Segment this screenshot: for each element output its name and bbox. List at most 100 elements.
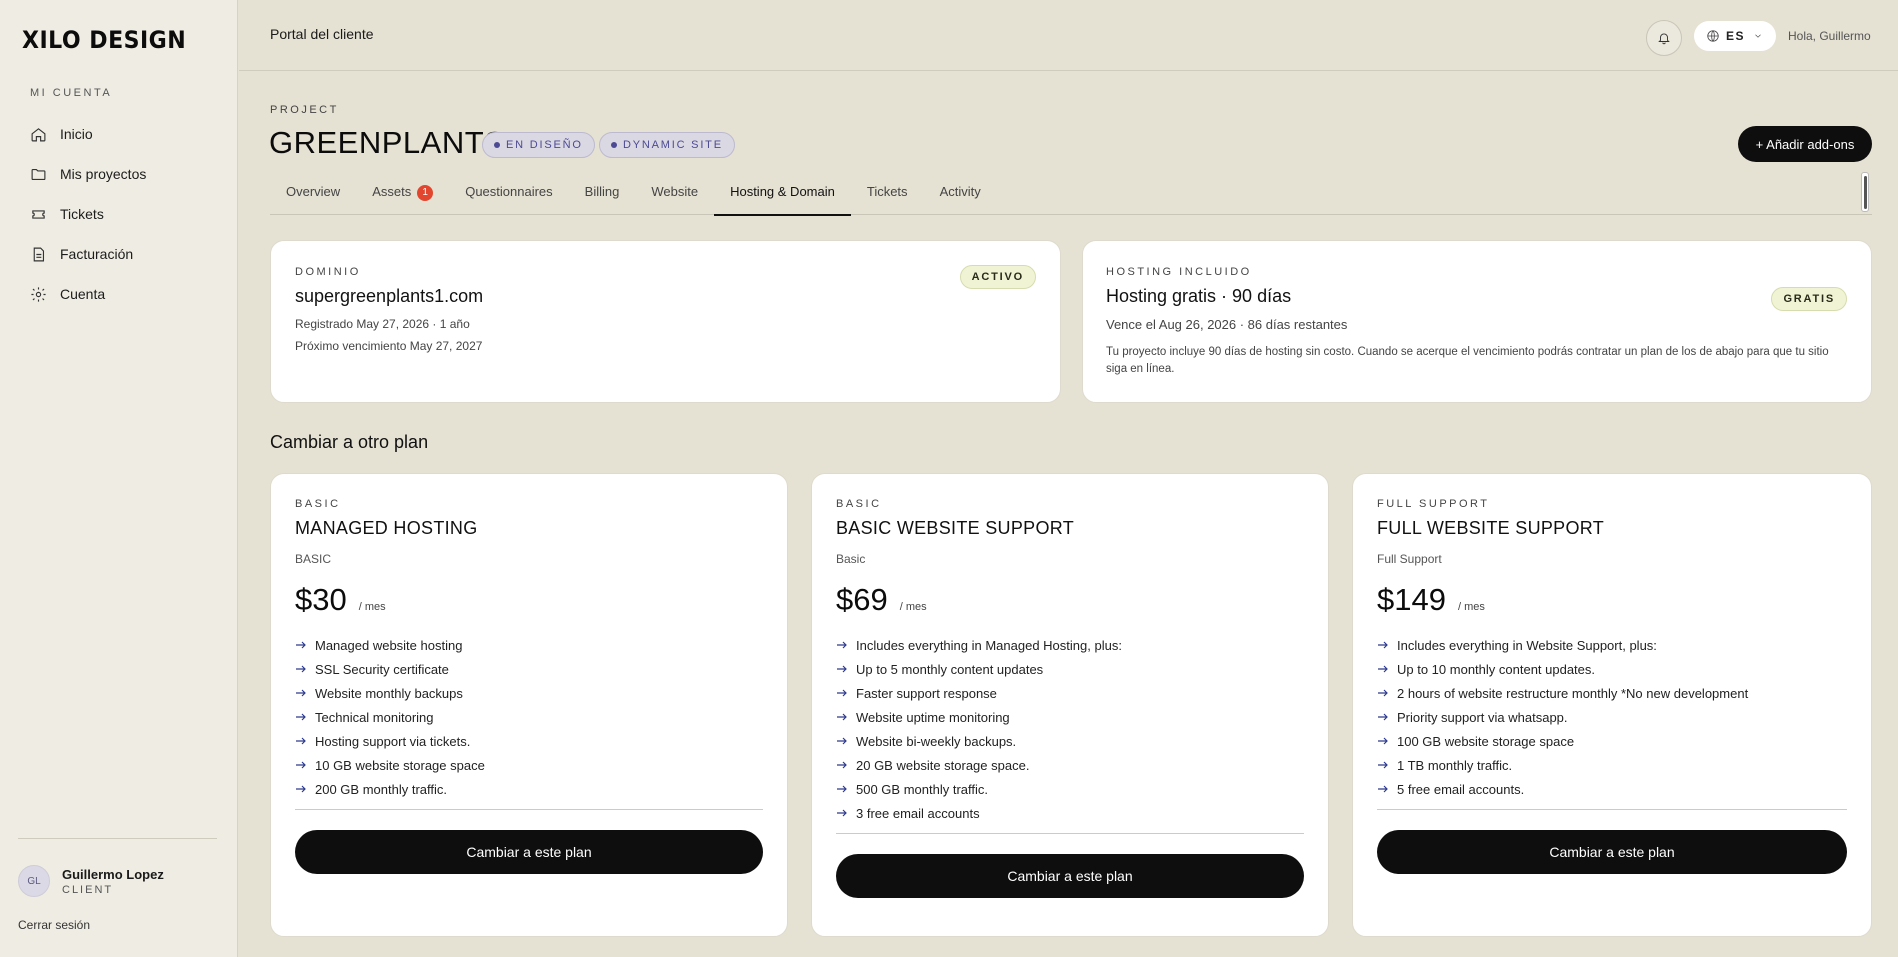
plan-feature-item: SSL Security certificate xyxy=(295,657,763,681)
language-selector[interactable]: ES xyxy=(1694,21,1776,51)
sidebar-item-facturacion[interactable]: Facturación xyxy=(18,234,222,274)
plan-eyebrow: BASIC xyxy=(295,498,341,510)
tab-questionnaires[interactable]: Questionnaires xyxy=(449,179,568,215)
tab-billing[interactable]: Billing xyxy=(569,179,636,215)
plan-feature-text: Up to 10 monthly content updates. xyxy=(1397,661,1596,677)
tab-label: Website xyxy=(651,184,699,199)
plan-features: Managed website hosting SSL Security cert… xyxy=(295,633,763,801)
change-plan-button[interactable]: Cambiar a este plan xyxy=(1377,830,1847,874)
avatar: GL xyxy=(18,865,50,897)
tab-activity[interactable]: Activity xyxy=(924,179,997,215)
hosting-card: HOSTING INCLUIDO Hosting gratis · 90 día… xyxy=(1082,240,1872,403)
sidebar-item-tickets[interactable]: Tickets xyxy=(18,194,222,234)
sidebar-nav: Inicio Mis proyectos Tickets Facturación… xyxy=(18,114,222,314)
user-greeting: Hola, Guillermo xyxy=(1788,29,1871,43)
logout-link[interactable]: Cerrar sesión xyxy=(18,918,90,932)
plan-feature-item: 3 free email accounts xyxy=(836,801,1304,825)
arrow-right-icon xyxy=(1378,785,1388,793)
arrow-right-icon xyxy=(296,737,306,745)
tab-tickets[interactable]: Tickets xyxy=(851,179,924,215)
document-icon xyxy=(33,247,45,261)
plan-price: $149 xyxy=(1377,582,1446,617)
hosting-expiry: Vence el Aug 26, 2026 · 86 días restante… xyxy=(1106,317,1348,332)
add-addons-button[interactable]: + Añadir add-ons xyxy=(1738,126,1872,162)
domain-renewal: Próximo vencimiento May 27, 2027 xyxy=(295,339,483,353)
plan-period: / mes xyxy=(899,601,927,613)
plan-feature-item: 20 GB website storage space. xyxy=(836,753,1304,777)
tab-hosting-domain[interactable]: Hosting & Domain xyxy=(714,179,851,216)
plan-feature-text: 200 GB monthly traffic. xyxy=(315,781,447,797)
tab-assets[interactable]: Assets 1 xyxy=(356,179,449,215)
sidebar-item-label: Cuenta xyxy=(60,286,106,302)
plan-feature-item: 10 GB website storage space xyxy=(295,753,763,777)
change-plan-button[interactable]: Cambiar a este plan xyxy=(836,854,1304,898)
bell-icon xyxy=(1658,33,1670,45)
plan-card-managed-hosting: BASIC MANAGED HOSTING BASIC $30 / mes Man… xyxy=(270,473,788,937)
brand-logo[interactable]: XILO DESIGN xyxy=(22,26,186,54)
notifications-button[interactable] xyxy=(1646,20,1682,56)
hosting-title: Hosting gratis · 90 días xyxy=(1106,286,1292,306)
plan-feature-text: 3 free email accounts xyxy=(856,805,980,821)
badge-label: EN DISEÑO xyxy=(506,139,583,151)
plan-feature-text: Technical monitoring xyxy=(315,709,434,725)
plan-card-basic-website-support: BASIC BASIC WEBSITE SUPPORT Basic $69 / m… xyxy=(811,473,1329,937)
plan-feature-item: Faster support response xyxy=(836,681,1304,705)
sidebar-item-inicio[interactable]: Inicio xyxy=(18,114,222,154)
status-badge: EN DISEÑO xyxy=(482,132,595,158)
project-title: GREENPLANTS xyxy=(269,125,506,160)
sidebar-item-label: Facturación xyxy=(60,246,134,262)
plan-feature-item: Hosting support via tickets. xyxy=(295,729,763,753)
user-profile[interactable]: GL Guillermo Lopez CLIENT xyxy=(18,865,164,897)
tab-label: Activity xyxy=(939,184,981,199)
arrow-right-icon xyxy=(1378,689,1388,697)
change-plan-button[interactable]: Cambiar a este plan xyxy=(295,830,763,874)
tab-overview[interactable]: Overview xyxy=(270,179,356,215)
arrow-right-icon xyxy=(837,809,847,817)
arrow-right-icon xyxy=(296,641,306,649)
plan-feature-item: Priority support via whatsapp. xyxy=(1377,705,1847,729)
language-label: ES xyxy=(1726,29,1746,43)
plan-feature-item: 100 GB website storage space xyxy=(1377,729,1847,753)
tabs-scrollbar[interactable] xyxy=(1861,172,1869,212)
arrow-right-icon xyxy=(837,785,847,793)
plan-feature-item: Website bi-weekly backups. xyxy=(836,729,1304,753)
plan-feature-text: Hosting support via tickets. xyxy=(315,733,471,749)
plan-feature-item: Up to 5 monthly content updates xyxy=(836,657,1304,681)
plan-eyebrow: FULL SUPPORT xyxy=(1377,498,1490,510)
user-role: CLIENT xyxy=(62,883,114,896)
sidebar-item-mis-proyectos[interactable]: Mis proyectos xyxy=(18,154,222,194)
plan-feature-text: 1 TB monthly traffic. xyxy=(1397,757,1513,773)
plan-subtitle: Full Support xyxy=(1377,552,1442,566)
arrow-right-icon xyxy=(837,689,847,697)
plan-features: Includes everything in Managed Hosting, … xyxy=(836,633,1304,825)
arrow-right-icon xyxy=(296,689,306,697)
plan-feature-text: Up to 5 monthly content updates xyxy=(856,661,1044,677)
plan-feature-text: SSL Security certificate xyxy=(315,661,449,677)
hosting-note: Tu proyecto incluye 90 días de hosting s… xyxy=(1106,346,1829,375)
plan-feature-item: Technical monitoring xyxy=(295,705,763,729)
folder-icon xyxy=(31,168,46,180)
plan-feature-text: 20 GB website storage space. xyxy=(856,757,1030,773)
project-tabs: Overview Assets 1 Questionnaires Billing … xyxy=(270,179,1872,216)
topbar: Portal del cliente ES Hola, Guillermo xyxy=(239,0,1898,71)
tab-website[interactable]: Website xyxy=(635,179,714,215)
domain-card: DOMINIO supergreenplants1.com Registrado… xyxy=(270,240,1061,403)
plan-period: / mes xyxy=(358,601,386,613)
sidebar-divider xyxy=(18,838,217,839)
plan-price: $30 xyxy=(295,582,347,617)
sidebar-item-cuenta[interactable]: Cuenta xyxy=(18,274,222,314)
globe-icon xyxy=(1707,30,1719,42)
tab-label: Billing xyxy=(584,184,620,199)
arrow-right-icon xyxy=(837,737,847,745)
badge-dot xyxy=(611,142,617,148)
domain-name: supergreenplants1.com xyxy=(295,286,484,306)
plan-feature-item: 2 hours of website restructure monthly *… xyxy=(1377,681,1847,705)
arrow-right-icon xyxy=(296,713,306,721)
tab-label: Hosting & Domain xyxy=(730,184,835,199)
home-icon xyxy=(31,127,46,141)
ticket-icon xyxy=(32,209,45,219)
plan-feature-text: 10 GB website storage space xyxy=(315,757,485,773)
plan-divider xyxy=(1377,809,1847,810)
plan-divider xyxy=(836,833,1304,834)
plan-feature-text: Faster support response xyxy=(856,685,997,701)
